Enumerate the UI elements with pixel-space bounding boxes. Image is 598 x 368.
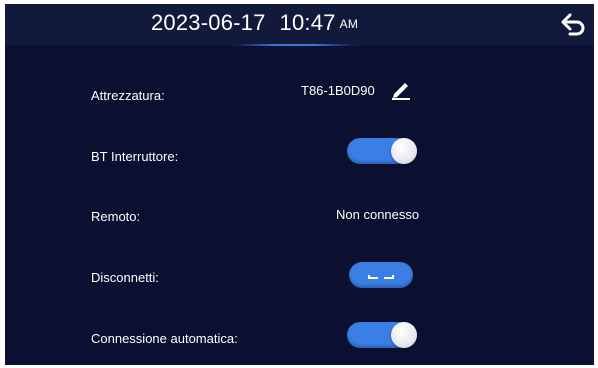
header-underline bbox=[235, 44, 355, 46]
date-text: 2023-06-17 bbox=[151, 10, 266, 35]
back-button[interactable] bbox=[560, 11, 588, 39]
toggle-knob bbox=[391, 322, 417, 348]
back-arrow-icon bbox=[561, 13, 585, 36]
remote-status: Non connesso bbox=[336, 207, 420, 222]
disconnect-button[interactable] bbox=[349, 262, 413, 288]
bt-switch-toggle[interactable] bbox=[347, 138, 417, 164]
bt-switch-label: BT Interruttore: bbox=[91, 149, 179, 164]
auto-connect-label: Connessione automatica: bbox=[91, 331, 238, 346]
link-break-icon bbox=[368, 275, 394, 279]
ampm-text: AM bbox=[339, 17, 359, 32]
settings-screen: 2023-06-17 10:47 AM Attrezzatura: T86-1B0D… bbox=[5, 4, 594, 365]
auto-connect-toggle[interactable] bbox=[347, 322, 417, 348]
time-text: 10:47 bbox=[279, 10, 336, 35]
toggle-knob bbox=[391, 138, 417, 164]
equipment-label: Attrezzatura: bbox=[91, 88, 165, 103]
datetime-display: 2023-06-17 10:47 AM bbox=[151, 10, 358, 36]
remote-label: Remoto: bbox=[91, 209, 141, 224]
disconnect-label: Disconnetti: bbox=[91, 270, 159, 285]
header-bar: 2023-06-17 10:47 AM bbox=[5, 4, 594, 46]
device-frame: 2023-06-17 10:47 AM Attrezzatura: T86-1B0D… bbox=[0, 0, 598, 368]
edit-equipment-button[interactable] bbox=[389, 78, 413, 100]
equipment-value: T86-1B0D90 bbox=[301, 83, 375, 98]
pencil-icon bbox=[392, 83, 410, 100]
